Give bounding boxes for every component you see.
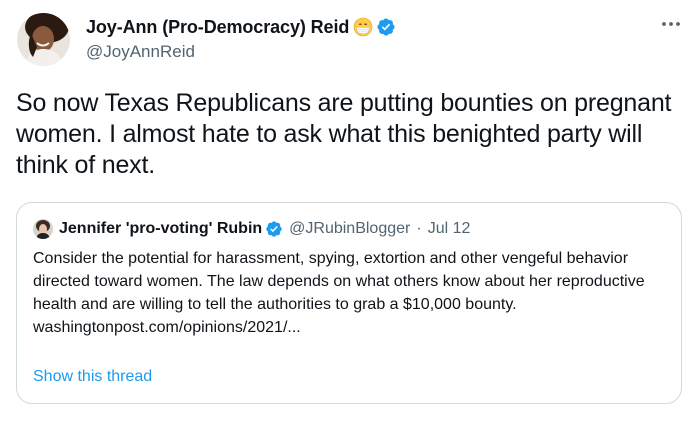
- verified-badge-icon: [265, 220, 283, 238]
- more-options-button[interactable]: [658, 14, 684, 34]
- tweet-header: Joy-Ann (Pro-Democracy) Reid @JoyAnnReid: [86, 14, 396, 62]
- mask-face-emoji-icon: [353, 17, 373, 37]
- author-avatar[interactable]: [17, 13, 70, 66]
- tweet-text: So now Texas Republicans are putting bou…: [16, 89, 672, 179]
- more-options-icon: [662, 22, 680, 26]
- verified-badge-icon: [376, 17, 396, 37]
- quoted-author-handle: @JRubinBlogger: [289, 220, 411, 237]
- quoted-author-display-name: Jennifer 'pro-voting' Rubin: [59, 220, 263, 237]
- author-handle[interactable]: @JoyAnnReid: [86, 42, 396, 62]
- quoted-tweet-link[interactable]: washingtonpost.com/opinions/2021/...: [33, 316, 663, 339]
- quoted-tweet-card[interactable]: Jennifer 'pro-voting' Rubin @JRubinBlogg…: [16, 202, 682, 404]
- meta-separator: ·: [416, 220, 422, 237]
- quoted-tweet-header: Jennifer 'pro-voting' Rubin @JRubinBlogg…: [33, 218, 470, 240]
- quoted-author-avatar: [33, 219, 53, 239]
- quoted-tweet-text: Consider the potential for harassment, s…: [33, 250, 645, 313]
- quoted-tweet-date: Jul 12: [427, 220, 471, 237]
- show-thread-link[interactable]: Show this thread: [33, 368, 152, 386]
- name-row: Joy-Ann (Pro-Democracy) Reid: [86, 14, 396, 40]
- quoted-tweet-body: Consider the potential for harassment, s…: [33, 247, 663, 339]
- author-display-name[interactable]: Joy-Ann (Pro-Democracy) Reid: [86, 17, 349, 38]
